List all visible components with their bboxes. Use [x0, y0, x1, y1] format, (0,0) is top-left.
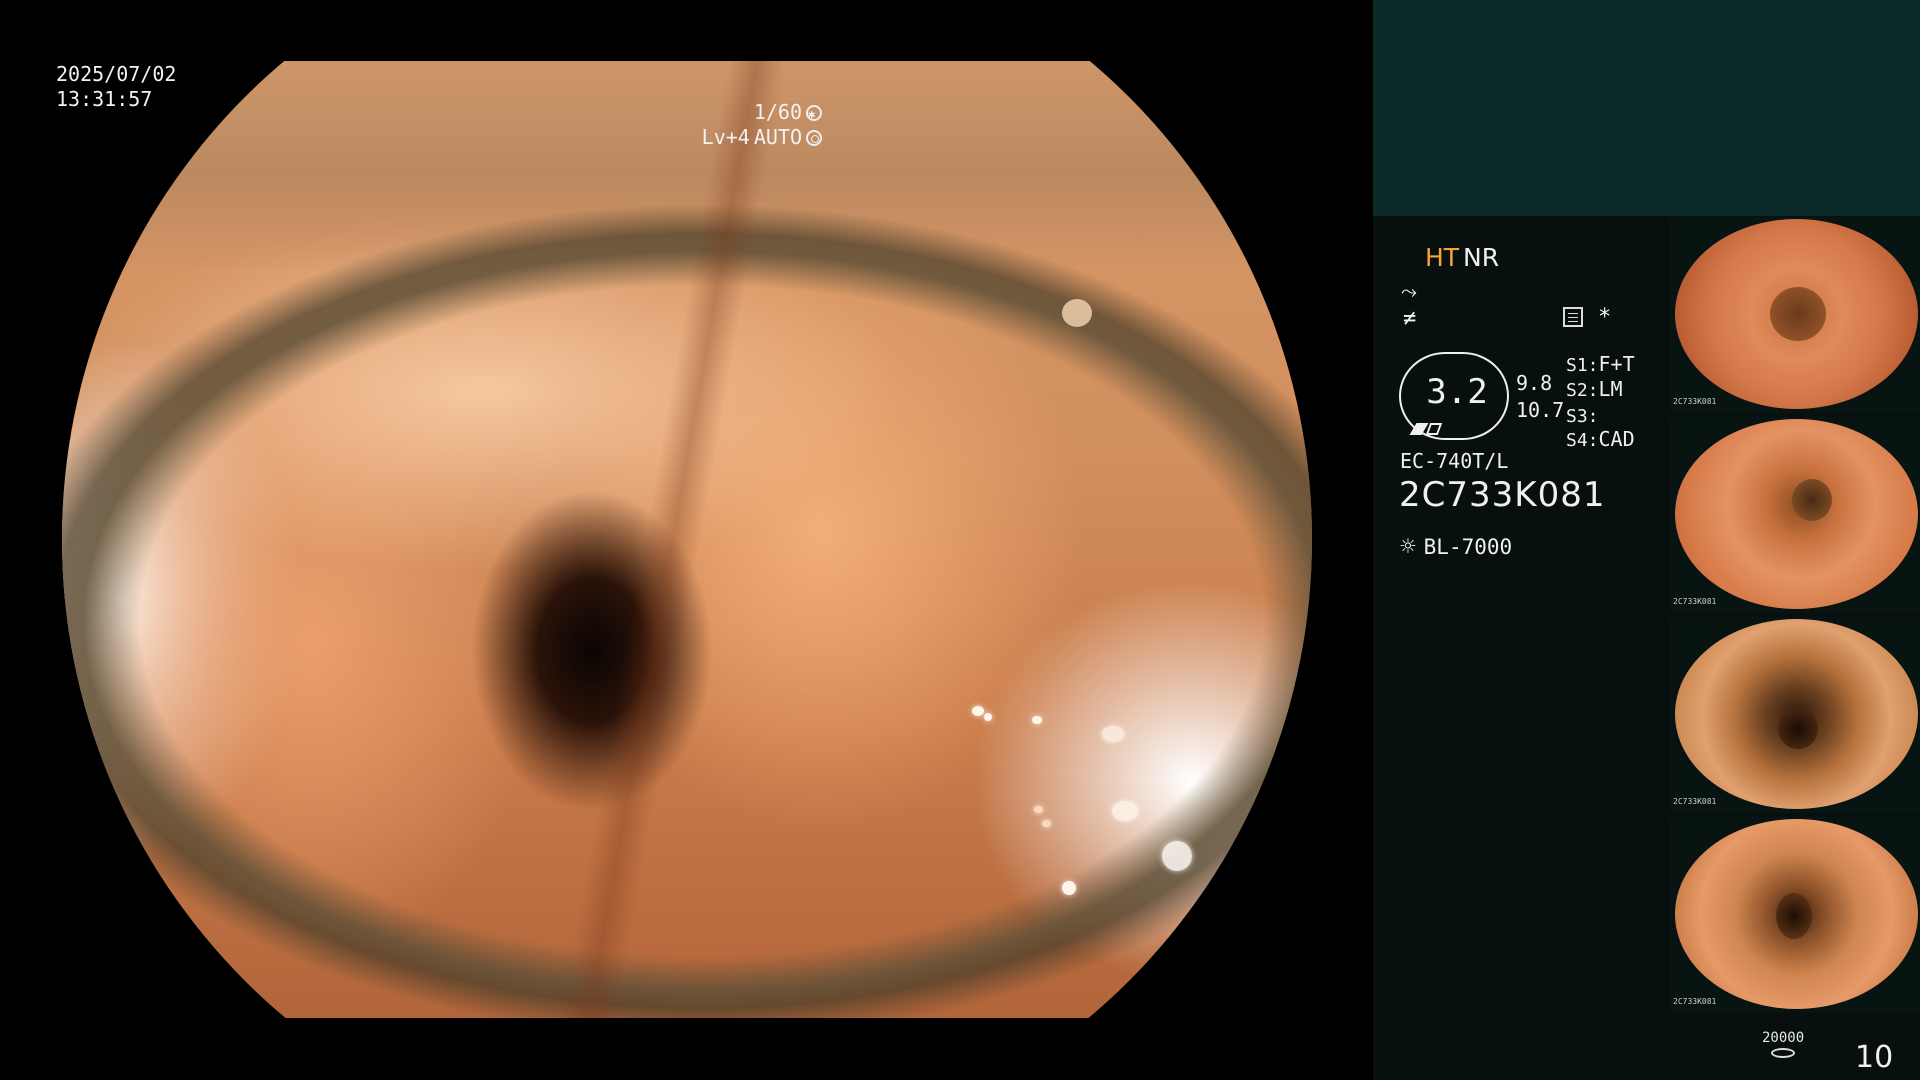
reflection-speck [1112, 801, 1138, 821]
thumbnail-serial: 2C733K081 [1673, 997, 1717, 1006]
image-count: 10 [1855, 1040, 1894, 1075]
slot-s1: S1:F+T [1566, 352, 1635, 376]
auto-text: AUTO [753, 125, 802, 149]
time-text: 13:31:57 [56, 87, 153, 111]
reflection-speck [1062, 881, 1076, 895]
mode-nr: NR [1463, 243, 1500, 272]
shutter-icon [806, 102, 822, 127]
reflection-speck [972, 706, 984, 716]
reflection-speck [1034, 806, 1043, 813]
datetime: 2025/07/02 13:31:57 [56, 62, 176, 112]
reflection-speck [984, 713, 992, 721]
star-icon: * [1598, 305, 1612, 330]
thumbnail-3[interactable]: 2C733K081 [1670, 617, 1920, 813]
reflection-speck [1062, 299, 1092, 327]
thumbnail-serial: 2C733K081 [1673, 397, 1717, 406]
reflection-speck [1042, 820, 1051, 827]
mucosal-fold [62, 61, 1312, 1018]
settings-list-icon [1563, 307, 1583, 327]
shutter-text: 1/60 [753, 100, 802, 124]
iris-icon [806, 129, 822, 146]
level-text: Lv+4 [701, 125, 750, 149]
zoom-outline-icon [1425, 423, 1443, 435]
thumbnail-4[interactable]: 2C733K081 [1670, 817, 1920, 1013]
enhancement-curve-icon: ⤳ [1401, 279, 1417, 303]
reflection-speck [1162, 841, 1192, 871]
slot-s2: S2:LM [1566, 377, 1623, 401]
filter-icon: ≠ [1403, 306, 1417, 331]
zoom-value: 3.2 [1426, 372, 1488, 412]
light-source-icon: ☼ [1400, 532, 1416, 562]
database-icon [1771, 1048, 1796, 1058]
thumbnail-1[interactable]: 2C733K081 [1670, 217, 1920, 413]
light-source-text: BL-7000 [1423, 535, 1513, 559]
zoom-mode-icons [1409, 420, 1447, 436]
slot-s3: S3: [1566, 406, 1599, 427]
light-source: ☼ BL-7000 [1400, 532, 1512, 562]
scope-serial: 2C733K081 [1399, 475, 1606, 515]
zoom-sub-value-1: 9.8 [1516, 371, 1553, 395]
exposure-info: 1/60 Lv+4 AUTO [702, 100, 822, 150]
reflection-speck [1102, 726, 1124, 742]
endoscope-main-view [62, 61, 1312, 1018]
storage-indicator: 20000 [1762, 1030, 1804, 1058]
date-text: 2025/07/02 [56, 62, 177, 86]
slot-s4: S4:CAD [1566, 427, 1635, 451]
panel-top-area [1373, 0, 1920, 216]
thumbnail-serial: 2C733K081 [1673, 797, 1717, 806]
scope-model: EC-740T/L [1400, 449, 1509, 473]
zoom-sub-value-2: 10.7 [1516, 398, 1565, 422]
thumbnail-2[interactable]: 2C733K081 [1670, 417, 1920, 613]
mode-ht: HT [1425, 243, 1460, 272]
thumbnail-serial: 2C733K081 [1673, 597, 1717, 606]
reflection-speck [1032, 716, 1042, 724]
storage-capacity: 20000 [1762, 1030, 1805, 1046]
